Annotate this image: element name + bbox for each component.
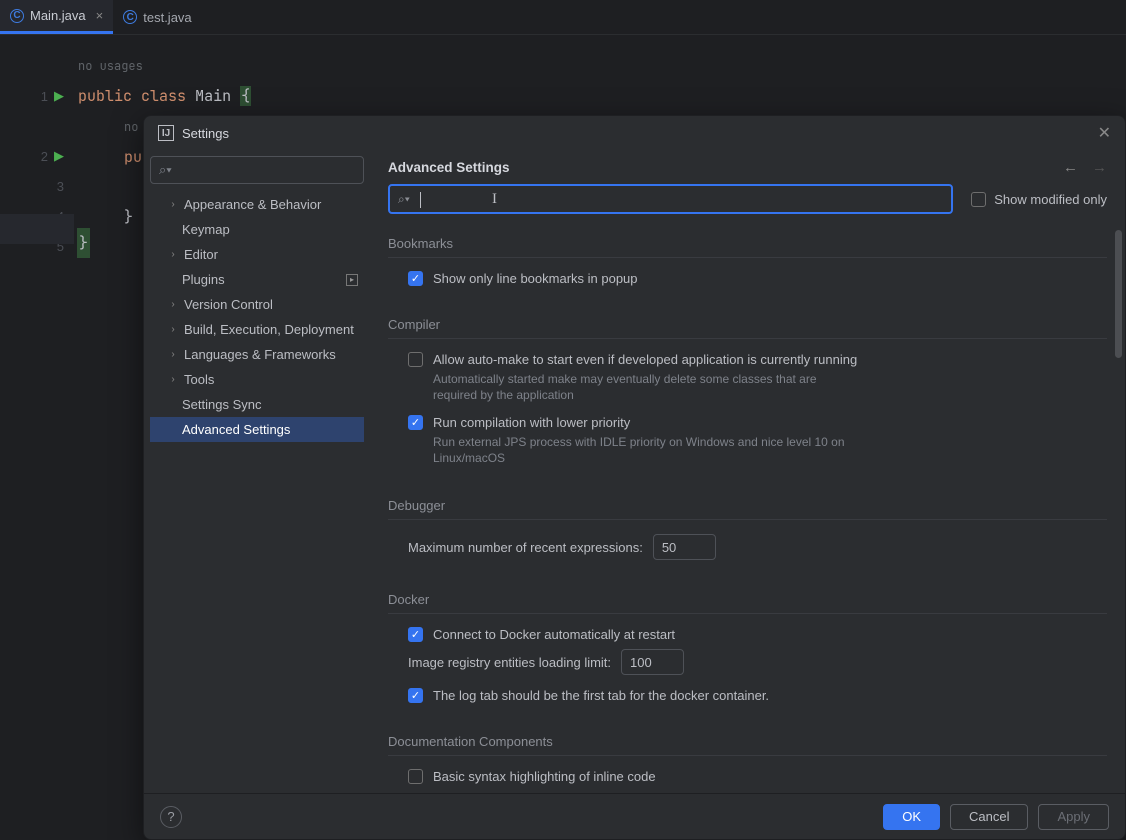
checkbox-label: Show modified only (994, 192, 1107, 207)
sidebar-item-settings-sync[interactable]: Settings Sync (150, 392, 364, 417)
editor-tabs: C Main.java × C test.java (0, 0, 1126, 35)
debugger-field-label: Maximum number of recent expressions: (408, 540, 643, 555)
compiler-opt2-checkbox[interactable]: ✓ (408, 415, 423, 430)
checkbox-icon[interactable] (971, 192, 986, 207)
section-debugger-title: Debugger (388, 498, 1107, 520)
show-modified-only-checkbox[interactable]: Show modified only (971, 192, 1107, 207)
sidebar-item-appearance[interactable]: › Appearance & Behavior (150, 192, 364, 217)
text-caret (420, 192, 421, 208)
sidebar-item-label: Settings Sync (182, 397, 262, 412)
run-icon[interactable]: ▶ (54, 88, 64, 104)
sidebar-item-label: Tools (184, 372, 214, 387)
cursor-cell: } (77, 228, 90, 258)
current-line-highlight (0, 214, 74, 244)
ok-button[interactable]: OK (883, 804, 940, 830)
sidebar-item-label: Languages & Frameworks (184, 347, 336, 362)
chevron-right-icon: › (168, 299, 178, 310)
compiler-opt2-label: Run compilation with lower priority (433, 415, 630, 430)
chevron-right-icon: › (168, 374, 178, 385)
sidebar-item-advanced-settings[interactable]: Advanced Settings (150, 417, 364, 442)
docker-opt2-label: The log tab should be the first tab for … (433, 688, 769, 703)
bookmarks-opt1-checkbox[interactable]: ✓ (408, 271, 423, 286)
chevron-right-icon: › (168, 349, 178, 360)
tab-label: Main.java (30, 8, 86, 23)
sidebar-item-label: Keymap (182, 222, 230, 237)
close-icon[interactable]: × (96, 8, 104, 23)
app-icon: IJ (158, 125, 174, 141)
compiler-opt1-hint: Automatically started make may eventuall… (388, 370, 848, 411)
sidebar-item-build[interactable]: › Build, Execution, Deployment (150, 317, 364, 342)
dialog-titlebar[interactable]: IJ Settings ✕ (144, 116, 1125, 150)
settings-content: Advanced Settings ← → ⌕▾ I Show modified… (370, 150, 1125, 793)
search-icon: ⌕▾ (398, 192, 410, 207)
sidebar-item-version-control[interactable]: › Version Control (150, 292, 364, 317)
tab-test-java[interactable]: C test.java (113, 0, 201, 34)
java-file-icon: C (10, 9, 24, 23)
sidebar-item-label: Editor (184, 247, 218, 262)
compiler-opt2-hint: Run external JPS process with IDLE prior… (388, 433, 848, 474)
sidebar-item-editor[interactable]: › Editor (150, 242, 364, 267)
tab-main-java[interactable]: C Main.java × (0, 0, 113, 34)
settings-tree: › Appearance & Behavior Keymap › Editor Pl… (150, 192, 364, 442)
chevron-right-icon: › (168, 324, 178, 335)
doc-components-opt1-checkbox[interactable] (408, 769, 423, 784)
text-cursor-icon: I (492, 191, 497, 208)
docker-opt2-checkbox[interactable]: ✓ (408, 688, 423, 703)
gutter: 1▶ 2▶ 3 4 5 (0, 35, 74, 840)
section-bookmarks-title: Bookmarks (388, 236, 1107, 258)
compiler-opt1-checkbox[interactable] (408, 352, 423, 367)
sidebar-item-label: Advanced Settings (182, 422, 290, 437)
docker-opt1-checkbox[interactable]: ✓ (408, 627, 423, 642)
sidebar-item-tools[interactable]: › Tools (150, 367, 364, 392)
settings-sidebar: ⌕▾ › Appearance & Behavior Keymap › Editor… (144, 150, 370, 793)
section-doc-components-title: Documentation Components (388, 734, 1107, 756)
debugger-recent-expressions-input[interactable]: 50 (653, 534, 716, 560)
nav-arrows: ← → (1063, 159, 1107, 176)
dialog-title: Settings (182, 126, 229, 141)
sidebar-item-label: Plugins (182, 272, 225, 287)
doc-components-opt1-label: Basic syntax highlighting of inline code (433, 769, 656, 784)
java-file-icon: C (123, 10, 137, 24)
bookmarks-opt1-label: Show only line bookmarks in popup (433, 271, 638, 286)
chevron-right-icon: › (168, 199, 178, 210)
sidebar-item-label: Appearance & Behavior (184, 197, 321, 212)
docker-opt1-label: Connect to Docker automatically at resta… (433, 627, 675, 642)
run-icon[interactable]: ▶ (54, 148, 64, 164)
docker-field-label: Image registry entities loading limit: (408, 655, 611, 670)
compiler-opt1-label: Allow auto-make to start even if develop… (433, 352, 857, 367)
advanced-settings-search-input[interactable]: ⌕▾ I (388, 184, 953, 214)
section-compiler-title: Compiler (388, 317, 1107, 339)
sidebar-item-languages[interactable]: › Languages & Frameworks (150, 342, 364, 367)
nav-back-icon[interactable]: ← (1063, 159, 1078, 176)
sidebar-item-label: Build, Execution, Deployment (184, 322, 354, 337)
usage-hint: no usages (78, 51, 251, 81)
help-button[interactable]: ? (160, 806, 182, 828)
chevron-right-icon: › (168, 249, 178, 260)
close-icon[interactable]: ✕ (1098, 123, 1111, 143)
settings-dialog: IJ Settings ✕ ⌕▾ › Appearance & Behavior … (143, 115, 1126, 840)
docker-loading-limit-input[interactable]: 100 (621, 649, 684, 675)
scrollbar-thumb[interactable] (1115, 230, 1122, 358)
line-number: 1 (41, 89, 48, 104)
nav-forward-icon: → (1092, 159, 1107, 176)
sidebar-item-keymap[interactable]: Keymap (150, 217, 364, 242)
dialog-footer: ? OK Cancel Apply (144, 793, 1125, 839)
page-title: Advanced Settings (388, 160, 510, 175)
plugins-badge-icon: ▸ (346, 274, 358, 286)
tab-label: test.java (143, 10, 191, 25)
section-docker-title: Docker (388, 592, 1107, 614)
sidebar-item-plugins[interactable]: Plugins ▸ (150, 267, 364, 292)
line-number: 3 (57, 179, 64, 194)
search-icon: ⌕▾ (159, 162, 172, 178)
apply-button[interactable]: Apply (1038, 804, 1109, 830)
line-number: 2 (41, 149, 48, 164)
sidebar-search-input[interactable]: ⌕▾ (150, 156, 364, 184)
sidebar-item-label: Version Control (184, 297, 273, 312)
cancel-button[interactable]: Cancel (950, 804, 1028, 830)
